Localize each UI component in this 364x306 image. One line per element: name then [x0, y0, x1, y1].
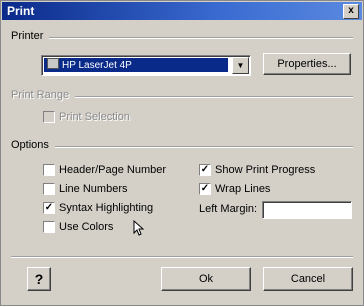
- header-page-number-label: Header/Page Number: [59, 164, 167, 176]
- ok-label: Ok: [198, 273, 214, 285]
- left-margin-input[interactable]: [262, 201, 352, 219]
- title-bar[interactable]: Print x: [2, 2, 362, 20]
- printer-select[interactable]: HP LaserJet 4P ▼: [41, 55, 251, 76]
- chevron-down-icon[interactable]: ▼: [232, 57, 249, 74]
- properties-label: Properties...: [277, 58, 337, 70]
- printer-icon: [47, 58, 59, 69]
- printer-selected-label: HP LaserJet 4P: [62, 60, 132, 71]
- printer-selected-item: HP LaserJet 4P: [44, 58, 228, 72]
- print-range-group: Print Range: [11, 89, 353, 101]
- options-group: Options: [11, 139, 353, 151]
- footer-divider: [11, 256, 353, 258]
- properties-button[interactable]: Properties...: [263, 53, 351, 75]
- wrap-lines-label: Wrap Lines: [215, 183, 271, 195]
- printer-group-label: Printer: [11, 30, 50, 42]
- left-margin-label: Left Margin:: [199, 203, 258, 215]
- syntax-highlighting-label: Syntax Highlighting: [59, 202, 154, 214]
- print-range-label: Print Range: [11, 89, 76, 101]
- dialog-title: Print: [7, 4, 35, 18]
- use-colors-label: Use Colors: [59, 221, 114, 233]
- wrap-lines-box: ✓: [199, 183, 211, 195]
- help-button[interactable]: ?: [27, 267, 51, 291]
- print-dialog: Print x Printer HP LaserJet 4P ▼ Propert…: [0, 0, 364, 306]
- cancel-label: Cancel: [290, 273, 326, 285]
- use-colors-box: [43, 221, 55, 233]
- header-page-number-box: [43, 164, 55, 176]
- print-selection-label: Print Selection: [59, 111, 130, 123]
- line-numbers-box: [43, 183, 55, 195]
- syntax-highlighting-box: ✓: [43, 202, 55, 214]
- mouse-pointer-icon: [133, 220, 145, 236]
- show-print-progress-box: ✓: [199, 164, 211, 176]
- close-button[interactable]: x: [343, 4, 359, 19]
- options-label: Options: [11, 139, 55, 151]
- show-print-progress-label: Show Print Progress: [215, 164, 316, 176]
- print-selection-box: [43, 111, 55, 123]
- ok-button[interactable]: Ok: [161, 267, 251, 291]
- printer-group: Printer: [11, 30, 353, 42]
- cancel-button[interactable]: Cancel: [263, 267, 353, 291]
- help-icon: ?: [34, 271, 44, 287]
- line-numbers-label: Line Numbers: [59, 183, 128, 195]
